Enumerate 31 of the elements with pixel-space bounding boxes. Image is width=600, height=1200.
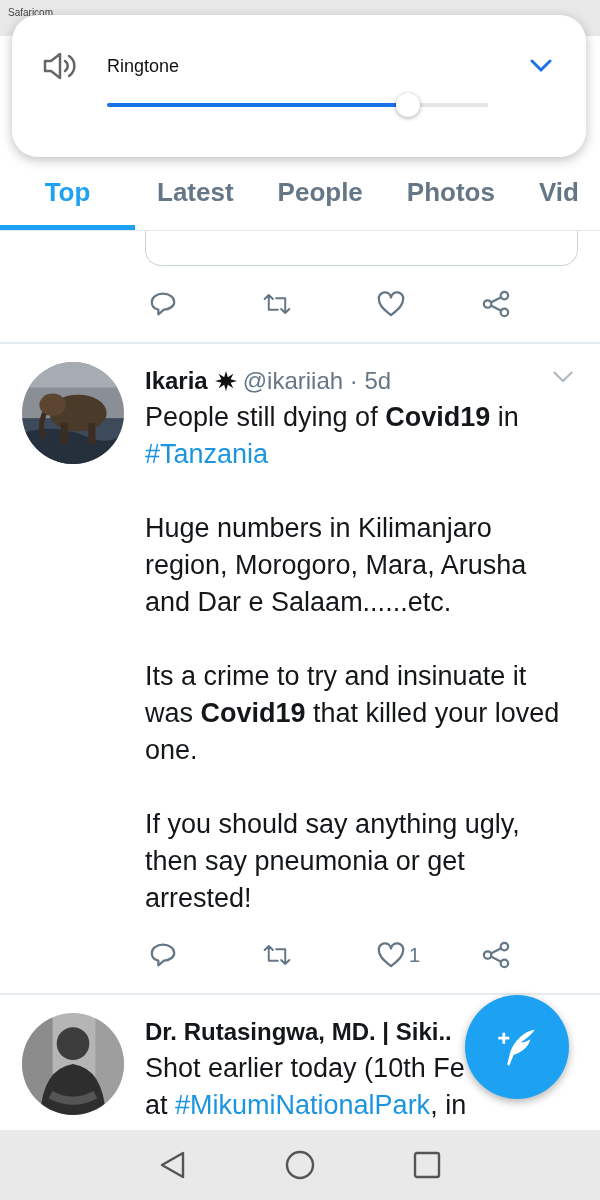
speaker-icon[interactable] [42,51,76,81]
tweet-text: Shot earlier today (10th Fe [145,1052,466,1085]
reply-icon[interactable] [149,290,177,318]
tweet-text: Its a crime to try and insinuate it was Covid19 that killed your loved one. [145,660,561,767]
heart-icon[interactable] [377,941,405,969]
share-icon[interactable] [482,941,510,969]
tweet-text: Huge numbers in Kilimanjaro region, Morogoro, Mara, Arusha and Dar e Salaam......etc. [145,512,528,619]
ringtone-label: Ringtone [107,55,181,77]
slider-thumb[interactable] [396,93,420,117]
tweet-text: People still dying of Covid19 in #Tanzania [145,401,520,471]
tweet-text: at #MikumiNationalPark, in [145,1089,468,1122]
heart-icon[interactable] [377,290,405,318]
chevron-icon[interactable] [530,59,552,73]
share-icon[interactable] [482,290,510,318]
recents-icon[interactable] [411,1150,442,1180]
compose-button[interactable] [465,995,569,1099]
reply-icon[interactable] [149,941,177,969]
tab[interactable]: Top [0,159,135,230]
tab[interactable]: People [255,159,385,230]
like-count: 1 [409,942,421,968]
user-name[interactable]: Dr. Rutasingwa, MD. | Siki.. [145,1013,452,1050]
user-name[interactable]: Ikaria [145,362,208,399]
tab[interactable]: Vid [516,159,600,230]
tab[interactable]: Photos [384,159,517,230]
home-icon[interactable] [285,1150,315,1180]
hashtag-link[interactable]: #MikumiNationalPark [175,1090,431,1120]
tweet-text: If you should say anything ugly, then say pneumonia or get arrested! [145,808,521,915]
user-handle: @ikariiah · 5d [242,366,392,396]
carrier-name: Safaricom [8,7,53,18]
tab[interactable]: Latest [135,159,256,230]
hashtag-link[interactable]: #Tanzania [145,439,269,469]
